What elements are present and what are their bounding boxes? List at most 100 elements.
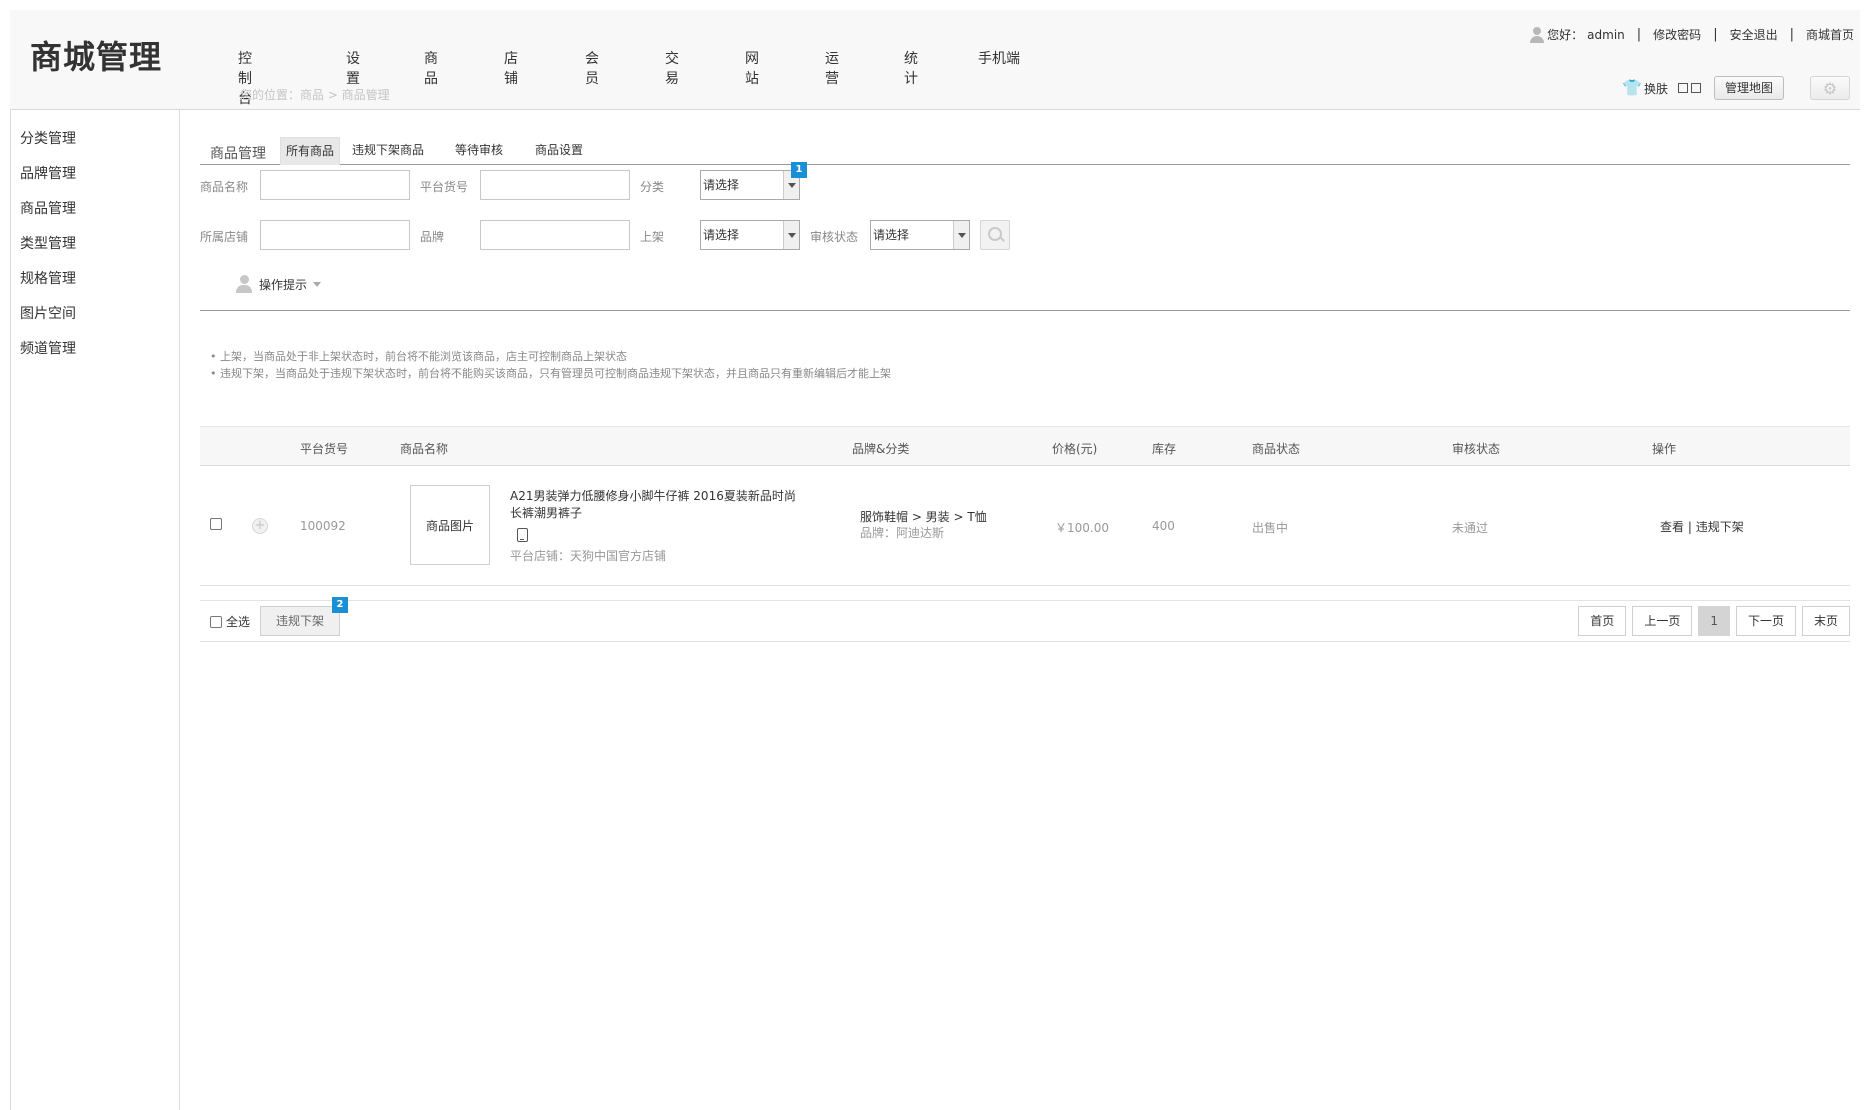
- goods-category: 服饰鞋帽 > 男装 > T恤: [860, 510, 987, 524]
- tab-bar-title: 商品管理: [210, 146, 266, 162]
- audit-status-select-value: 请选择: [873, 228, 910, 242]
- tips-content: • 上架，当商品处于非上架状态时，前台将不能浏览该商品，店主可控制商品上架状态 …: [210, 348, 891, 382]
- nav-website[interactable]: 网站: [745, 48, 759, 88]
- page-last-button[interactable]: 末页: [1801, 606, 1850, 636]
- goods-image[interactable]: 商品图片: [410, 485, 490, 565]
- nav-settings[interactable]: 设置: [346, 48, 360, 88]
- col-stock: 库存: [1152, 442, 1177, 456]
- goods-name-label: 商品名称: [200, 180, 249, 194]
- logout-link[interactable]: 安全退出: [1730, 26, 1778, 43]
- table-footer: 全选 违规下架 2 首页 上一页 1 下一页 末页: [200, 597, 1850, 642]
- audit-status-select[interactable]: 请选择: [870, 220, 970, 250]
- sidebar-list: 分类管理 品牌管理 商品管理 类型管理 规格管理 图片空间 频道管理: [10, 110, 179, 369]
- logo: 商城管理: [30, 38, 163, 76]
- sidebar-item-channel[interactable]: 频道管理: [10, 334, 179, 369]
- sidebar-item-category[interactable]: 分类管理: [10, 124, 179, 159]
- select-all[interactable]: 全选: [210, 613, 250, 630]
- col-name: 商品名称: [400, 442, 449, 456]
- brand-input[interactable]: [480, 220, 630, 250]
- offline-link[interactable]: 违规下架: [1696, 520, 1744, 534]
- platform-sku-label: 平台货号: [420, 180, 469, 194]
- nav-goods[interactable]: 商品: [424, 48, 438, 88]
- select-all-checkbox[interactable]: [210, 615, 222, 628]
- skin-toggle[interactable]: 换肤: [1644, 80, 1668, 97]
- separator: |: [1636, 27, 1642, 42]
- on-shelf-select-value: 请选择: [703, 228, 740, 242]
- col-operations: 操作: [1652, 442, 1677, 456]
- tab-bar: 商品管理 所有商品 违规下架商品 等待审核 商品设置: [200, 124, 1850, 165]
- divider: [200, 310, 1850, 311]
- page-next-button[interactable]: 下一页: [1735, 606, 1796, 636]
- goods-brand: 品牌：阿迪达斯: [860, 526, 945, 540]
- sidebar-item-brand[interactable]: 品牌管理: [10, 159, 179, 194]
- admin-map-button[interactable]: 管理地图: [1713, 76, 1784, 100]
- batch-offline-button[interactable]: 违规下架: [260, 606, 341, 636]
- step-badge-2: 2: [332, 597, 348, 613]
- category-select-value: 请选择: [703, 178, 740, 192]
- step-badge-1: 1: [791, 162, 807, 178]
- shirt-icon[interactable]: 👕: [1622, 80, 1642, 96]
- on-shelf-select[interactable]: 请选择: [700, 220, 800, 250]
- on-shelf-label: 上架: [640, 230, 665, 244]
- change-password-link[interactable]: 修改密码: [1653, 26, 1701, 43]
- sidebar: 分类管理 品牌管理 商品管理 类型管理 规格管理 图片空间 频道管理: [10, 110, 180, 1110]
- tips-user-icon: [236, 275, 252, 293]
- page-current[interactable]: 1: [1698, 606, 1730, 636]
- sidebar-item-goods[interactable]: 商品管理: [10, 194, 179, 229]
- greeting-label: 您好：: [1547, 28, 1584, 42]
- settings-button[interactable]: ⚙: [1810, 76, 1850, 100]
- tip-line: • 上架，当商品处于非上架状态时，前台将不能浏览该商品，店主可控制商品上架状态: [210, 350, 627, 363]
- nav-mobile[interactable]: 手机端: [978, 48, 1020, 68]
- goods-stock: 400: [1152, 519, 1175, 533]
- sidebar-item-image-space[interactable]: 图片空间: [10, 299, 179, 334]
- page-prev-button[interactable]: 上一页: [1632, 606, 1693, 636]
- audit-status-label: 审核状态: [810, 230, 859, 244]
- sidebar-item-type[interactable]: 类型管理: [10, 229, 179, 264]
- nav-trade[interactable]: 交易: [665, 48, 679, 88]
- platform-sku-input[interactable]: [480, 170, 630, 200]
- sidebar-item-spec[interactable]: 规格管理: [10, 264, 179, 299]
- mobile-icon: [517, 528, 528, 542]
- table-header: 平台货号 商品名称 品牌&分类 价格(元) 库存 商品状态 审核状态 操作: [200, 426, 1850, 466]
- shop-input[interactable]: [260, 220, 410, 250]
- search-button[interactable]: [980, 220, 1010, 250]
- col-sku: 平台货号: [300, 442, 349, 456]
- goods-shop: 平台店铺：天狗中国官方店铺: [510, 549, 667, 563]
- goods-name-link[interactable]: A21男装弹力低腰修身小脚牛仔裤 2016夏装新品时尚长裤潮男裤子: [510, 488, 800, 522]
- chevron-down-icon: [953, 221, 969, 249]
- goods-name-input[interactable]: [260, 170, 410, 200]
- tab-offline-goods[interactable]: 违规下架商品: [347, 137, 429, 165]
- category-select[interactable]: 请选择: [700, 170, 800, 200]
- tab-goods-settings[interactable]: 商品设置: [530, 137, 588, 165]
- skin-option-1[interactable]: [1677, 83, 1688, 93]
- pagination: 首页 上一页 1 下一页 末页: [1572, 606, 1850, 636]
- skin-option-2[interactable]: [1690, 83, 1701, 93]
- caret-down-icon: [313, 281, 322, 287]
- chevron-down-icon: [783, 221, 799, 249]
- separator: |: [1789, 27, 1794, 42]
- nav-shops[interactable]: 店铺: [504, 48, 518, 88]
- tab-all-goods[interactable]: 所有商品: [280, 137, 341, 165]
- page-first-button[interactable]: 首页: [1578, 606, 1627, 636]
- view-link[interactable]: 查看: [1660, 520, 1684, 534]
- shop-label: 所属店铺: [200, 230, 249, 244]
- goods-image-placeholder: 商品图片: [425, 518, 474, 533]
- col-goods-status: 商品状态: [1252, 442, 1301, 456]
- row-operations: 查看 | 违规下架: [1660, 518, 1744, 535]
- col-brand-category: 品牌&分类: [852, 442, 910, 456]
- nav-operation[interactable]: 运营: [825, 48, 839, 88]
- row-checkbox[interactable]: [210, 518, 222, 530]
- expand-plus-icon[interactable]: +: [252, 518, 268, 534]
- col-price: 价格(元): [1052, 442, 1098, 456]
- tab-pending-audit[interactable]: 等待审核: [450, 137, 508, 165]
- nav-statistics[interactable]: 统计: [904, 48, 918, 88]
- shop-home-link[interactable]: 商城首页: [1806, 26, 1854, 43]
- header: 商城管理 控制台 设置 商品 店铺 会员 交易 网站 运营 统计 手机端 您的位…: [10, 10, 1860, 110]
- op-separator: |: [1684, 520, 1696, 534]
- nav-members[interactable]: 会员: [585, 48, 599, 88]
- separator: |: [1713, 27, 1718, 42]
- top-links: 您好： admin | 修改密码 | 安全退出 | 商城首页: [1530, 26, 1854, 43]
- col-audit-status: 审核状态: [1452, 442, 1501, 456]
- tips-toggle[interactable]: 操作提示: [236, 275, 322, 293]
- gear-icon: ⚙: [1822, 78, 1838, 98]
